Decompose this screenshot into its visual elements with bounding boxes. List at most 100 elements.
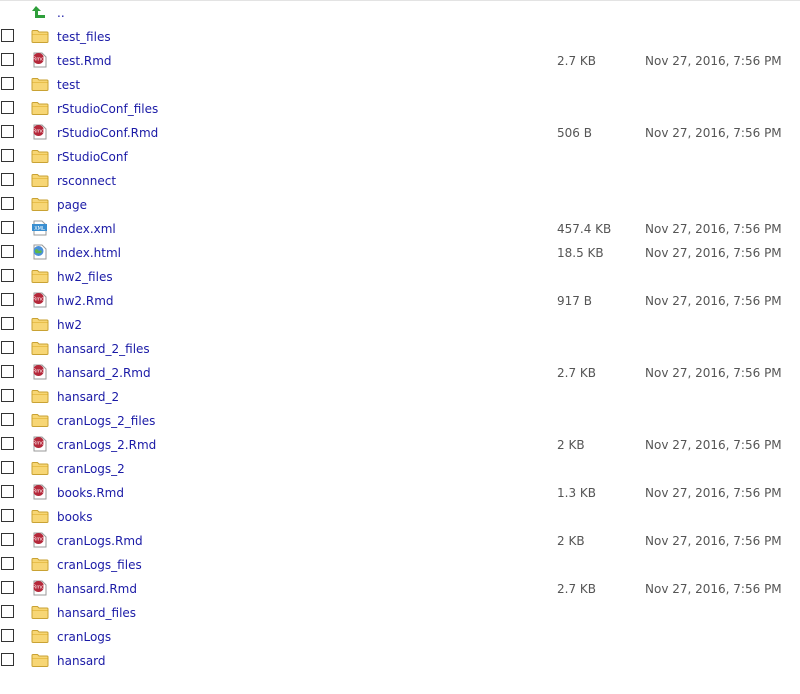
folder-icon[interactable]	[31, 556, 49, 572]
folder-icon[interactable]	[31, 76, 49, 92]
row-select-checkbox[interactable]	[1, 245, 14, 258]
row-select-checkbox[interactable]	[1, 581, 14, 594]
folder-icon[interactable]	[31, 508, 49, 524]
file-row[interactable]: Rmd hansard_2.Rmd 2.7 KB Nov 27, 2016, 7:56…	[0, 361, 800, 385]
file-row[interactable]: test_files	[0, 25, 800, 49]
row-select-checkbox[interactable]	[1, 365, 14, 378]
folder-icon[interactable]	[31, 268, 49, 284]
file-row[interactable]: cranLogs	[0, 625, 800, 649]
file-row[interactable]: hansard_2_files	[0, 337, 800, 361]
file-row[interactable]: cranLogs_files	[0, 553, 800, 577]
folder-icon[interactable]	[31, 460, 49, 476]
file-name-link[interactable]: hansard	[57, 654, 106, 668]
file-name-link[interactable]: rStudioConf	[57, 150, 128, 164]
file-name-link[interactable]: cranLogs.Rmd	[57, 534, 143, 548]
parent-directory-link[interactable]: ..	[57, 6, 65, 20]
file-row[interactable]: test	[0, 73, 800, 97]
file-name-link[interactable]: cranLogs_files	[57, 558, 142, 572]
rmarkdown-file-icon[interactable]: Rmd	[31, 580, 49, 596]
file-name-link[interactable]: books	[57, 510, 93, 524]
rmarkdown-file-icon[interactable]: Rmd	[31, 484, 49, 500]
file-row[interactable]: hansard	[0, 649, 800, 673]
rmarkdown-file-icon[interactable]: Rmd	[31, 292, 49, 308]
row-select-checkbox[interactable]	[1, 629, 14, 642]
row-select-checkbox[interactable]	[1, 101, 14, 114]
file-row[interactable]: hansard_files	[0, 601, 800, 625]
file-name-link[interactable]: hansard_2_files	[57, 342, 150, 356]
file-row[interactable]: rStudioConf	[0, 145, 800, 169]
file-name-link[interactable]: hansard_files	[57, 606, 136, 620]
rmarkdown-file-icon[interactable]: Rmd	[31, 124, 49, 140]
row-select-checkbox[interactable]	[1, 269, 14, 282]
file-name-link[interactable]: hw2_files	[57, 270, 113, 284]
file-row[interactable]: Rmd hw2.Rmd 917 B Nov 27, 2016, 7:56 PM	[0, 289, 800, 313]
row-select-checkbox[interactable]	[1, 29, 14, 42]
xml-file-icon[interactable]: XML	[31, 220, 49, 236]
file-row[interactable]: index.html 18.5 KB Nov 27, 2016, 7:56 PM	[0, 241, 800, 265]
file-row[interactable]: Rmd test.Rmd 2.7 KB Nov 27, 2016, 7:56 PM	[0, 49, 800, 73]
file-name-link[interactable]: test.Rmd	[57, 54, 112, 68]
file-name-link[interactable]: index.xml	[57, 222, 116, 236]
file-name-link[interactable]: rStudioConf_files	[57, 102, 158, 116]
file-row[interactable]: rStudioConf_files	[0, 97, 800, 121]
file-name-link[interactable]: test	[57, 78, 80, 92]
folder-icon[interactable]	[31, 652, 49, 668]
file-row[interactable]: cranLogs_2_files	[0, 409, 800, 433]
parent-directory-row[interactable]: ..	[0, 1, 800, 25]
file-name-link[interactable]: hansard_2.Rmd	[57, 366, 151, 380]
file-name-link[interactable]: rsconnect	[57, 174, 116, 188]
folder-icon[interactable]	[31, 100, 49, 116]
row-select-checkbox[interactable]	[1, 221, 14, 234]
file-row[interactable]: books	[0, 505, 800, 529]
file-row[interactable]: XML index.xml 457.4 KB Nov 27, 2016, 7:56 P…	[0, 217, 800, 241]
row-select-checkbox[interactable]	[1, 149, 14, 162]
folder-icon[interactable]	[31, 604, 49, 620]
row-select-checkbox[interactable]	[1, 413, 14, 426]
row-select-checkbox[interactable]	[1, 605, 14, 618]
folder-icon[interactable]	[31, 148, 49, 164]
file-name-link[interactable]: cranLogs_2	[57, 462, 125, 476]
row-select-checkbox[interactable]	[1, 293, 14, 306]
folder-icon[interactable]	[31, 172, 49, 188]
file-row[interactable]: Rmd hansard.Rmd 2.7 KB Nov 27, 2016, 7:56 P…	[0, 577, 800, 601]
row-select-checkbox[interactable]	[1, 125, 14, 138]
file-name-link[interactable]: books.Rmd	[57, 486, 124, 500]
file-row[interactable]: hw2_files	[0, 265, 800, 289]
folder-icon[interactable]	[31, 412, 49, 428]
file-name-link[interactable]: cranLogs_2.Rmd	[57, 438, 156, 452]
row-select-checkbox[interactable]	[1, 509, 14, 522]
file-row[interactable]: Rmd books.Rmd 1.3 KB Nov 27, 2016, 7:56 PM	[0, 481, 800, 505]
row-select-checkbox[interactable]	[1, 389, 14, 402]
file-name-link[interactable]: hansard_2	[57, 390, 119, 404]
rmarkdown-file-icon[interactable]: Rmd	[31, 532, 49, 548]
folder-icon[interactable]	[31, 196, 49, 212]
file-row[interactable]: rsconnect	[0, 169, 800, 193]
folder-icon[interactable]	[31, 340, 49, 356]
folder-icon[interactable]	[31, 388, 49, 404]
row-select-checkbox[interactable]	[1, 317, 14, 330]
row-select-checkbox[interactable]	[1, 197, 14, 210]
file-name-link[interactable]: index.html	[57, 246, 121, 260]
html-file-icon[interactable]	[31, 244, 49, 260]
file-name-link[interactable]: cranLogs_2_files	[57, 414, 155, 428]
rmarkdown-file-icon[interactable]: Rmd	[31, 364, 49, 380]
parent-directory-icon[interactable]	[31, 4, 49, 20]
rmarkdown-file-icon[interactable]: Rmd	[31, 52, 49, 68]
file-name-link[interactable]: test_files	[57, 30, 111, 44]
file-name-link[interactable]: hw2.Rmd	[57, 294, 114, 308]
file-row[interactable]: Rmd rStudioConf.Rmd 506 B Nov 27, 2016, 7:5…	[0, 121, 800, 145]
row-select-checkbox[interactable]	[1, 437, 14, 450]
row-select-checkbox[interactable]	[1, 341, 14, 354]
file-name-link[interactable]: hansard.Rmd	[57, 582, 137, 596]
folder-icon[interactable]	[31, 628, 49, 644]
file-row[interactable]: hw2	[0, 313, 800, 337]
row-select-checkbox[interactable]	[1, 557, 14, 570]
folder-icon[interactable]	[31, 316, 49, 332]
row-select-checkbox[interactable]	[1, 77, 14, 90]
file-row[interactable]: page	[0, 193, 800, 217]
file-row[interactable]: Rmd cranLogs.Rmd 2 KB Nov 27, 2016, 7:56 PM	[0, 529, 800, 553]
file-name-link[interactable]: rStudioConf.Rmd	[57, 126, 158, 140]
row-select-checkbox[interactable]	[1, 653, 14, 666]
row-select-checkbox[interactable]	[1, 173, 14, 186]
row-select-checkbox[interactable]	[1, 461, 14, 474]
